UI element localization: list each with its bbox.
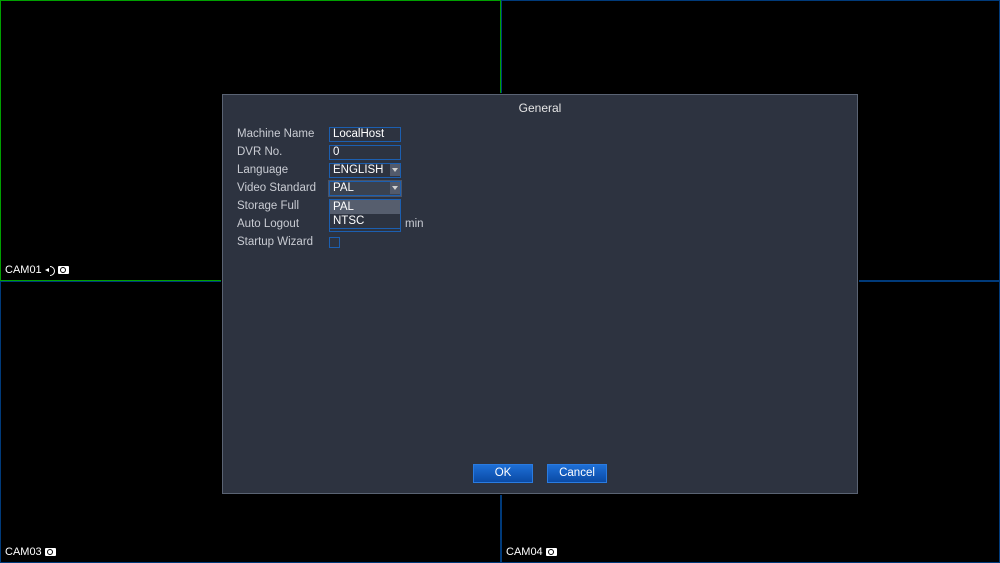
auto-logout-unit: min <box>405 218 424 230</box>
dvr-no-input[interactable]: 0 <box>329 145 401 160</box>
row-storage-full: Storage Full <box>237 197 843 215</box>
label-language: Language <box>237 164 329 176</box>
video-standard-select[interactable]: PAL <box>329 181 401 196</box>
settings-form: Machine Name LocalHost DVR No. 0 Languag… <box>223 125 857 251</box>
label-video-standard: Video Standard <box>237 182 329 194</box>
label-machine-name: Machine Name <box>237 128 329 140</box>
camera-icon <box>45 548 56 556</box>
camera-name-1: CAM01 <box>5 264 42 276</box>
label-dvr-no: DVR No. <box>237 146 329 158</box>
camera-icon <box>58 266 69 274</box>
camera-label-3: CAM03 <box>5 546 56 558</box>
row-dvr-no: DVR No. 0 <box>237 143 843 161</box>
speaker-icon <box>45 266 55 274</box>
chevron-down-icon <box>390 164 400 176</box>
ok-button[interactable]: OK <box>473 464 533 483</box>
machine-name-input[interactable]: LocalHost <box>329 127 401 142</box>
language-value: ENGLISH <box>333 164 384 176</box>
video-standard-option-ntsc[interactable]: NTSC <box>330 214 400 228</box>
label-auto-logout: Auto Logout <box>237 218 329 230</box>
video-standard-option-pal[interactable]: PAL <box>330 200 400 214</box>
camera-label-1: CAM01 <box>5 264 69 276</box>
row-auto-logout: Auto Logout min <box>237 215 843 233</box>
row-language: Language ENGLISH <box>237 161 843 179</box>
language-select[interactable]: ENGLISH <box>329 163 401 178</box>
row-startup-wizard: Startup Wizard <box>237 233 843 251</box>
camera-icon <box>546 548 557 556</box>
chevron-down-icon <box>390 182 400 194</box>
dialog-title: General <box>223 95 857 125</box>
cancel-button[interactable]: Cancel <box>547 464 607 483</box>
camera-name-3: CAM03 <box>5 546 42 558</box>
row-machine-name: Machine Name LocalHost <box>237 125 843 143</box>
label-startup-wizard: Startup Wizard <box>237 236 329 248</box>
label-storage-full: Storage Full <box>237 200 329 212</box>
camera-name-4: CAM04 <box>506 546 543 558</box>
dialog-buttons: OK Cancel <box>223 464 857 483</box>
row-video-standard: Video Standard PAL <box>237 179 843 197</box>
camera-label-4: CAM04 <box>506 546 557 558</box>
general-settings-dialog: General Machine Name LocalHost DVR No. 0… <box>222 94 858 494</box>
video-standard-value: PAL <box>333 182 354 194</box>
video-standard-dropdown[interactable]: PAL NTSC <box>329 199 401 229</box>
startup-wizard-checkbox[interactable] <box>329 237 340 248</box>
